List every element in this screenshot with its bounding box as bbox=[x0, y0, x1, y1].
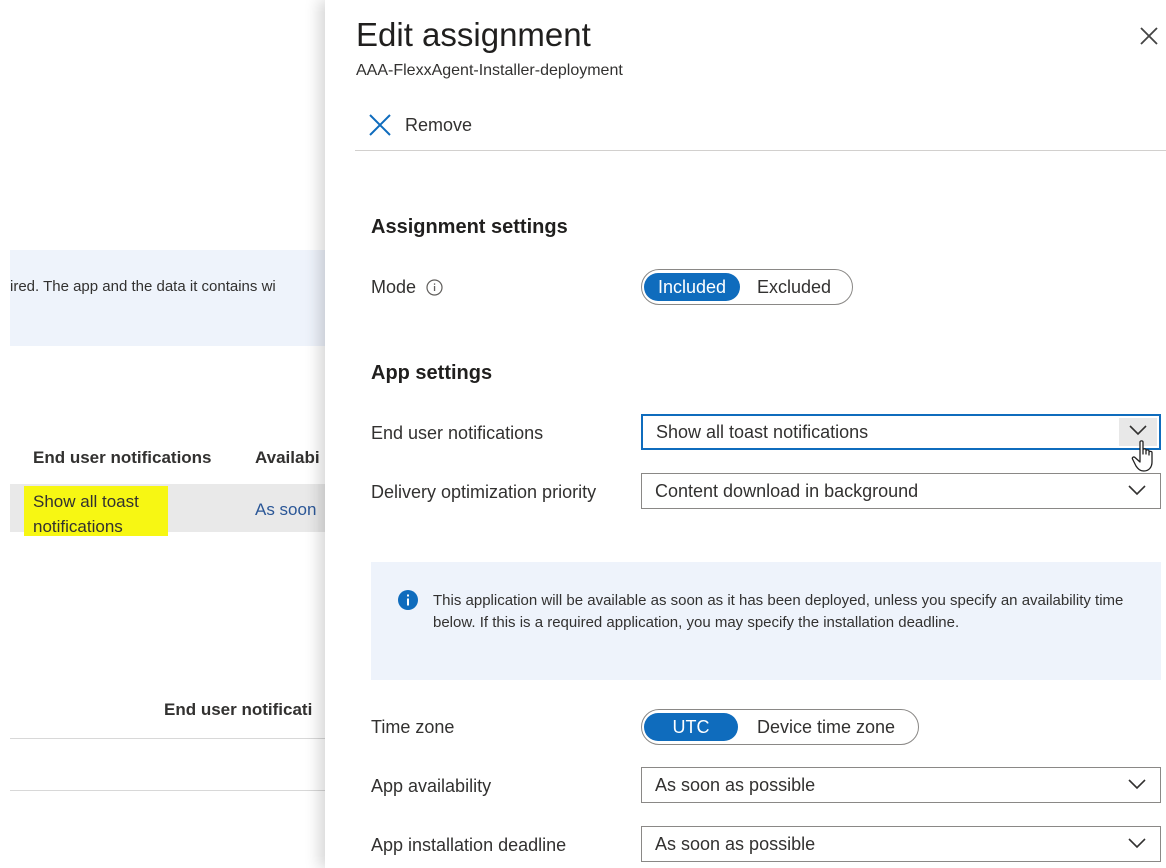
close-button[interactable] bbox=[1135, 22, 1163, 50]
mode-option-included[interactable]: Included bbox=[644, 273, 740, 301]
app-availability-dropdown[interactable]: As soon as possible bbox=[641, 767, 1161, 803]
time-zone-option-utc[interactable]: UTC bbox=[644, 713, 738, 741]
app-installation-deadline-value: As soon as possible bbox=[655, 833, 816, 854]
chevron-down-icon bbox=[1129, 425, 1147, 436]
divider bbox=[10, 738, 330, 739]
panel-title: Edit assignment bbox=[356, 16, 591, 53]
column-header-end-user-notifications[interactable]: End user notifications bbox=[33, 448, 212, 468]
background-page: ired. The app and the data it contains w… bbox=[0, 0, 330, 868]
assignment-settings-heading: Assignment settings bbox=[371, 216, 568, 238]
info-text: This application will be available as so… bbox=[433, 592, 1124, 631]
info-icon bbox=[398, 590, 418, 610]
availability-info-box: This application will be available as so… bbox=[371, 562, 1161, 680]
info-icon[interactable] bbox=[426, 279, 443, 296]
time-zone-toggle[interactable]: UTC Device time zone bbox=[641, 709, 919, 745]
cell-notifications-value: Show all toast notifications bbox=[33, 492, 139, 536]
divider bbox=[10, 790, 330, 791]
mode-label: Mode bbox=[371, 277, 417, 297]
close-icon bbox=[1140, 27, 1158, 45]
x-icon bbox=[369, 114, 391, 136]
mode-option-excluded[interactable]: Excluded bbox=[740, 273, 848, 301]
app-installation-deadline-dropdown[interactable]: As soon as possible bbox=[641, 826, 1161, 862]
time-zone-option-device[interactable]: Device time zone bbox=[738, 713, 914, 741]
chevron-down-icon bbox=[1128, 779, 1146, 790]
delivery-optimization-priority-dropdown[interactable]: Content download in background bbox=[641, 473, 1161, 509]
background-section-label: End user notificati bbox=[164, 700, 313, 719]
edit-assignment-panel: Edit assignment AAA-FlexxAgent-Installer… bbox=[325, 0, 1166, 868]
app-availability-value: As soon as possible bbox=[655, 774, 816, 795]
column-header-availability[interactable]: Availabi bbox=[255, 448, 320, 468]
time-zone-label: Time zone bbox=[371, 717, 455, 737]
background-banner-text: ired. The app and the data it contains w… bbox=[10, 278, 276, 295]
remove-button[interactable]: Remove bbox=[367, 110, 472, 140]
end-user-notifications-dropdown[interactable]: Show all toast notifications bbox=[641, 414, 1161, 450]
mode-label-row: Mode bbox=[371, 277, 443, 298]
app-installation-deadline-label: App installation deadline bbox=[371, 835, 567, 855]
delivery-optimization-priority-value: Content download in background bbox=[655, 480, 919, 501]
end-user-notifications-value: Show all toast notifications bbox=[656, 421, 869, 442]
mode-toggle[interactable]: Included Excluded bbox=[641, 269, 853, 305]
end-user-notifications-label: End user notifications bbox=[371, 423, 544, 443]
app-availability-label: App availability bbox=[371, 776, 492, 796]
background-info-banner bbox=[10, 250, 330, 346]
app-settings-heading: App settings bbox=[371, 362, 493, 384]
command-bar-divider bbox=[355, 150, 1166, 151]
cell-availability-value: As soon bbox=[255, 500, 317, 519]
chevron-down-icon bbox=[1128, 838, 1146, 849]
remove-label: Remove bbox=[405, 114, 473, 135]
chevron-down-icon bbox=[1128, 485, 1146, 496]
panel-subtitle: AAA-FlexxAgent-Installer-deployment bbox=[356, 62, 623, 79]
delivery-optimization-priority-label: Delivery optimization priority bbox=[371, 482, 597, 502]
